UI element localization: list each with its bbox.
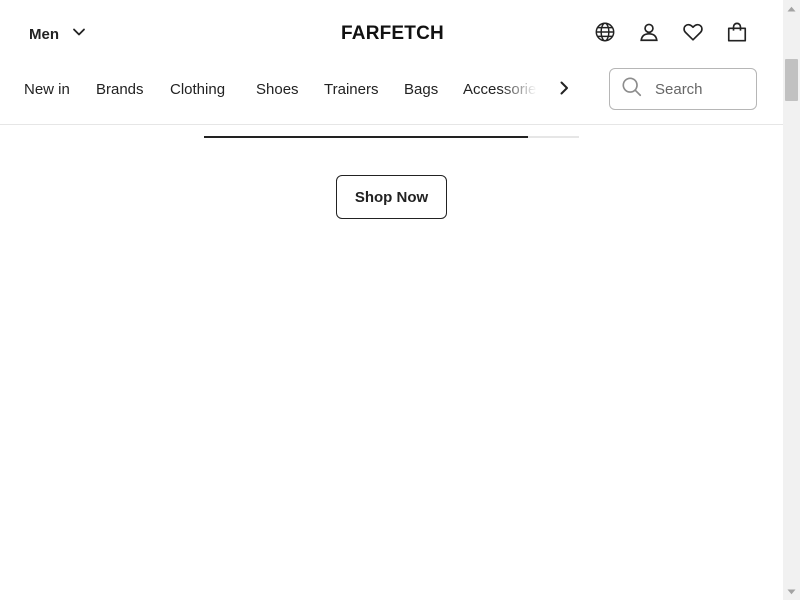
nav-item-trainers[interactable]: Trainers xyxy=(324,77,378,103)
nav-item-clothing[interactable]: Clothing xyxy=(170,77,225,103)
scrollbar-thumb[interactable] xyxy=(785,59,798,101)
chevron-down-icon xyxy=(71,24,87,45)
nav-item-new-in[interactable]: New in xyxy=(24,77,70,103)
search-input[interactable] xyxy=(655,80,745,98)
chevron-right-icon xyxy=(556,80,572,101)
search-icon xyxy=(610,76,655,103)
wishlist-button[interactable] xyxy=(681,22,705,46)
nav-fade-overlay xyxy=(500,77,546,103)
globe-icon xyxy=(594,21,616,48)
carousel-progress-bar xyxy=(204,136,579,138)
scroll-down-arrow[interactable] xyxy=(783,583,800,600)
shopping-bag-icon xyxy=(726,21,748,48)
user-icon xyxy=(638,21,660,48)
nav-item-shoes[interactable]: Shoes xyxy=(256,77,299,103)
scroll-up-arrow[interactable] xyxy=(783,0,800,17)
search-box[interactable] xyxy=(609,68,757,110)
nav-item-brands[interactable]: Brands xyxy=(96,77,144,103)
triangle-up-icon xyxy=(787,6,796,11)
nav-item-bags[interactable]: Bags xyxy=(404,77,438,103)
account-button[interactable] xyxy=(637,22,661,46)
heart-icon xyxy=(682,21,704,48)
carousel-progress-fill xyxy=(204,136,528,138)
category-nav: New in Brands Clothing Shoes Trainers Ba… xyxy=(24,77,544,103)
nav-scroll-right-button[interactable] xyxy=(552,78,576,102)
shopping-bag-button[interactable] xyxy=(725,22,749,46)
shop-now-button[interactable]: Shop Now xyxy=(336,175,447,219)
gender-selector[interactable]: Men xyxy=(29,22,87,46)
vertical-scrollbar[interactable] xyxy=(783,0,800,600)
farfetch-logo[interactable]: FARFETCH xyxy=(329,22,456,46)
page: Men FARFETCH New in Brands Clothing Shoe… xyxy=(0,0,783,600)
gender-selector-label: Men xyxy=(29,25,59,43)
site-header: Men FARFETCH New in Brands Clothing Shoe… xyxy=(0,0,783,125)
language-region-button[interactable] xyxy=(593,22,617,46)
triangle-down-icon xyxy=(787,589,796,594)
